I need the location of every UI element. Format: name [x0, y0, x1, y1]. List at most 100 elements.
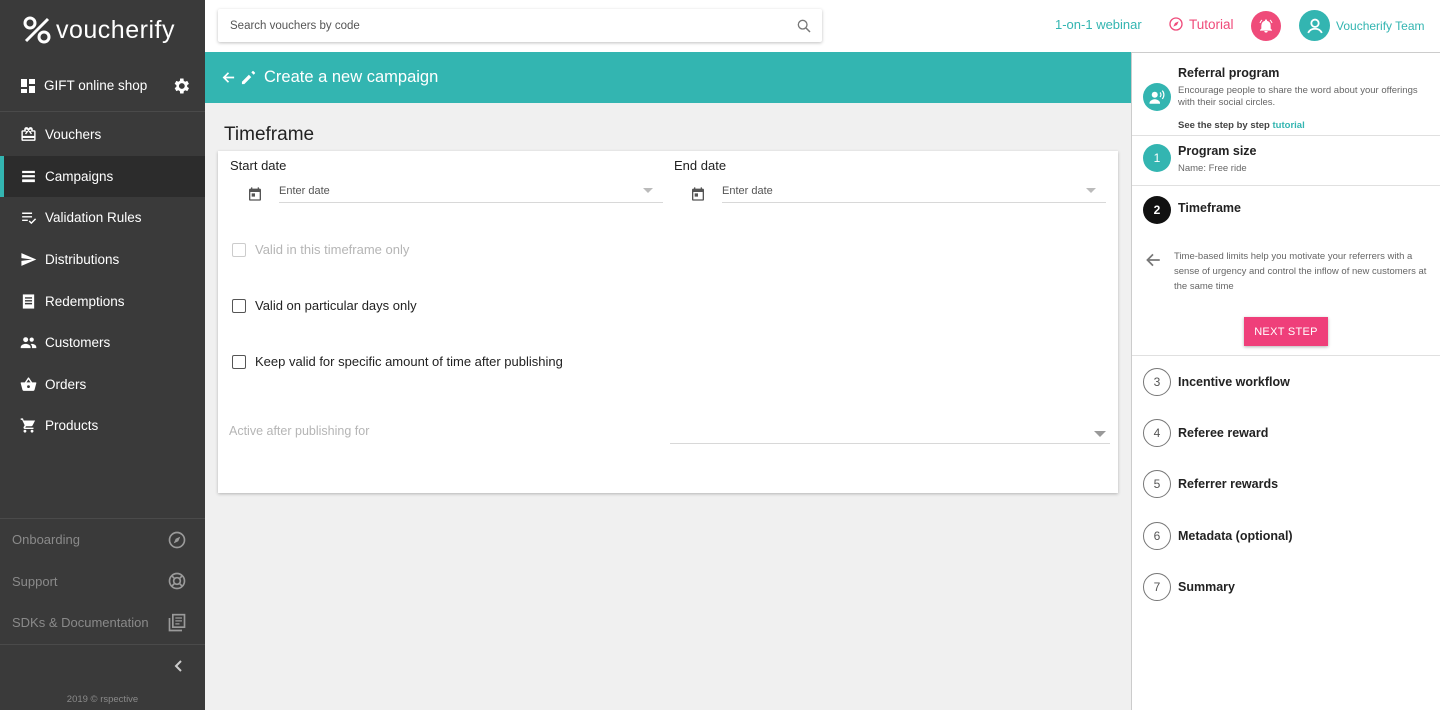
section-title: Timeframe	[224, 124, 315, 145]
basket-icon	[20, 377, 37, 391]
step-5[interactable]: 5 Referrer rewards	[1132, 458, 1440, 509]
calendar-icon[interactable]	[690, 186, 706, 202]
compass-icon	[168, 531, 186, 549]
shop-selector[interactable]: GIFT online shop	[0, 60, 205, 112]
onboarding-link[interactable]: Onboarding	[0, 519, 205, 561]
step-4[interactable]: 4 Referee reward	[1132, 407, 1440, 458]
sidebar-item-label: Customers	[45, 335, 111, 351]
chevron-down-icon[interactable]	[643, 188, 653, 193]
checkbox-label: Valid in this timeframe only	[255, 242, 410, 257]
next-step-button[interactable]: NEXT STEP	[1244, 317, 1328, 346]
step-1[interactable]: 1 Program size Name: Free ride	[1132, 136, 1440, 186]
page-header: Create a new campaign	[205, 52, 1131, 103]
sidebar-item-customers[interactable]: Customers	[0, 322, 205, 364]
sidebar-item-label: Products	[45, 418, 99, 434]
end-date-label: End date	[674, 158, 727, 173]
tutorial-link[interactable]: tutorial	[1273, 120, 1305, 131]
list-icon	[22, 170, 35, 183]
start-date-input[interactable]	[279, 184, 643, 197]
arrow-back-icon	[1146, 253, 1160, 267]
step-number: 7	[1143, 573, 1171, 601]
step-description: Time-based limits help you motivate your…	[1174, 251, 1427, 292]
user-menu[interactable]: Voucherify Team	[1299, 10, 1425, 41]
shop-name: GIFT online shop	[44, 78, 148, 93]
dashboard-icon	[21, 78, 35, 93]
collapse-sidebar-button[interactable]	[0, 644, 205, 686]
sidebar-item-label: Vouchers	[45, 127, 102, 143]
receipt-icon	[22, 294, 35, 309]
webinar-link[interactable]: 1-on-1 webinar	[1055, 17, 1142, 32]
active-after-publishing-select[interactable]	[670, 419, 1110, 444]
chevron-left-icon	[174, 659, 182, 672]
step-7[interactable]: 7 Summary	[1132, 561, 1440, 612]
logo-text: voucherify	[56, 15, 175, 44]
step-number: 6	[1143, 522, 1171, 550]
step-subtitle: Name: Free ride	[1178, 163, 1247, 174]
tutorial-link[interactable]: Tutorial	[1168, 16, 1234, 32]
page-title: Create a new campaign	[264, 68, 439, 86]
valid-particular-days-checkbox[interactable]: Valid on particular days only	[232, 298, 417, 313]
sidebar-item-validation-rules[interactable]: Validation Rules	[0, 197, 205, 239]
search-icon[interactable]	[796, 18, 812, 34]
user-name: Voucherify Team	[1336, 18, 1425, 33]
program-title: Referral program	[1178, 66, 1280, 80]
step-number: 3	[1143, 368, 1171, 396]
pencil-icon	[241, 70, 256, 85]
checkbox-label: Keep valid for specific amount of time a…	[255, 354, 563, 369]
gear-icon[interactable]	[171, 76, 191, 96]
sidebar-footer-links: Onboarding Support SDKs & Documentation	[0, 518, 205, 644]
valid-timeframe-only-checkbox[interactable]: Valid in this timeframe only	[232, 242, 409, 257]
see-steps-label: See the step by step	[1178, 120, 1270, 131]
checkbox[interactable]	[232, 242, 246, 257]
end-date-input[interactable]	[722, 184, 1086, 197]
referral-icon	[1143, 83, 1171, 111]
gift-box-icon	[21, 127, 36, 142]
copyright: 2019 © rspective	[66, 694, 139, 705]
chevron-down-icon[interactable]	[1086, 188, 1096, 193]
tutorial-label: Tutorial	[1189, 16, 1234, 32]
people-icon	[20, 337, 37, 349]
step-number: 4	[1143, 419, 1171, 447]
cart-icon	[20, 418, 36, 434]
search-input[interactable]	[230, 19, 796, 32]
sidebar-nav: Vouchers Campaigns Validation Rules Dist…	[0, 112, 205, 447]
checkbox[interactable]	[232, 298, 246, 313]
calendar-icon[interactable]	[247, 186, 263, 202]
step-6[interactable]: 6 Metadata (optional)	[1132, 509, 1440, 561]
rules-list-icon	[22, 213, 37, 225]
support-link[interactable]: Support	[0, 561, 205, 603]
sidebar-item-vouchers[interactable]: Vouchers	[0, 114, 205, 156]
end-date-field	[722, 179, 1106, 203]
support-label: Support	[12, 573, 58, 589]
notifications-button[interactable]	[1251, 11, 1281, 41]
sidebar-item-distributions[interactable]: Distributions	[0, 239, 205, 281]
sidebar-item-campaigns[interactable]: Campaigns	[0, 155, 205, 198]
checkbox[interactable]	[232, 354, 246, 369]
sidebar-item-products[interactable]: Products	[0, 405, 205, 447]
see-steps-text: See the step by step tutorial	[1178, 120, 1305, 132]
sdks-docs-link[interactable]: SDKs & Documentation	[0, 602, 205, 644]
logo[interactable]: voucherify	[0, 0, 205, 60]
checkbox-label: Valid on particular days only	[255, 298, 417, 313]
program-info: Referral program Encourage people to sha…	[1132, 53, 1440, 136]
search-box	[218, 9, 822, 42]
topbar: 1-on-1 webinar Tutorial Voucherify Team	[205, 0, 1440, 52]
arrow-back-icon[interactable]	[221, 70, 236, 85]
step-3[interactable]: 3 Incentive workflow	[1132, 356, 1440, 407]
onboarding-label: Onboarding	[12, 532, 80, 548]
sidebar-item-redemptions[interactable]: Redemptions	[0, 280, 205, 322]
step-title: Timeframe	[1178, 201, 1241, 215]
compass-icon	[1169, 17, 1183, 31]
sidebar-item-orders[interactable]: Orders	[0, 364, 205, 406]
step-title: Referrer rewards	[1178, 477, 1279, 491]
sdks-docs-label: SDKs & Documentation	[12, 615, 149, 631]
sidebar-item-label: Validation Rules	[45, 210, 142, 226]
start-date-field	[279, 179, 663, 203]
start-date-label: Start date	[230, 158, 287, 173]
step-title: Incentive workflow	[1178, 375, 1290, 389]
keep-valid-after-publishing-checkbox[interactable]: Keep valid for specific amount of time a…	[232, 354, 563, 369]
active-after-publishing-label: Active after publishing for	[229, 424, 370, 438]
sidebar-item-label: Orders	[45, 376, 87, 392]
bell-icon	[1259, 19, 1273, 33]
docs-icon	[168, 613, 186, 632]
